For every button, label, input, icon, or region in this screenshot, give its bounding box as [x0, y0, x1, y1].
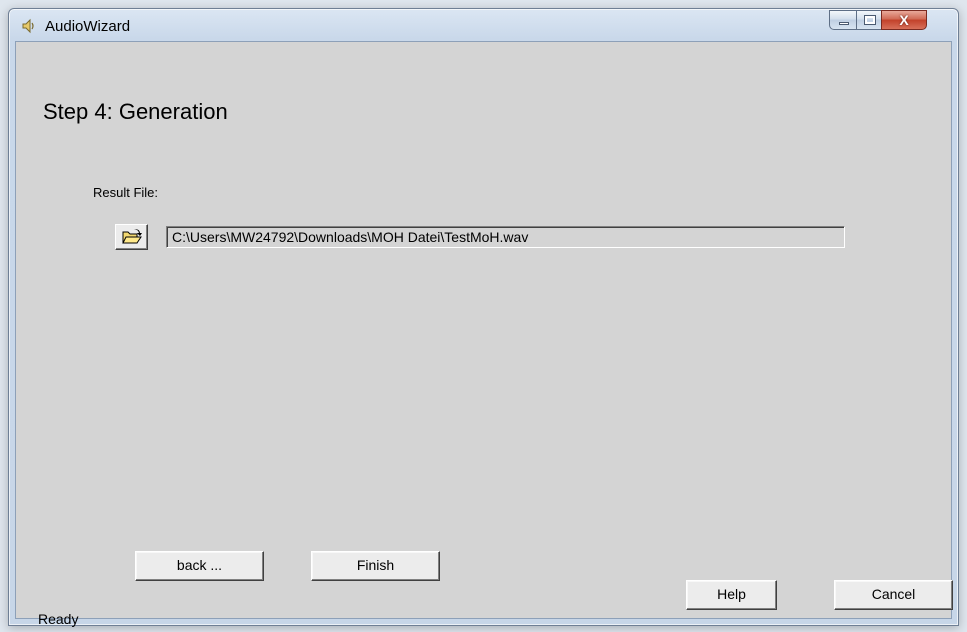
result-file-label: Result File: — [93, 185, 159, 200]
finish-button[interactable]: Finish — [311, 551, 440, 581]
back-button[interactable]: back ... — [135, 551, 264, 581]
close-button[interactable]: X — [881, 10, 927, 30]
title-bar[interactable]: AudioWizard X — [9, 9, 958, 41]
speaker-icon — [22, 18, 34, 34]
open-folder-icon — [122, 229, 142, 244]
status-text: Ready — [38, 611, 79, 627]
browse-folder-button[interactable] — [115, 224, 148, 250]
step-title: Step 4: Generation — [43, 99, 228, 124]
help-button[interactable]: Help — [686, 580, 777, 610]
maximize-button[interactable] — [856, 10, 882, 30]
minimize-button[interactable] — [829, 10, 857, 30]
cancel-button[interactable]: Cancel — [834, 580, 953, 610]
audiowizard-window: AudioWizard X Step 4: Generation Result … — [8, 8, 959, 627]
result-file-path-field[interactable]: C:\Users\MW24792\Downloads\MOH Datei\Tes… — [166, 226, 845, 248]
window-title: AudioWizard — [45, 18, 131, 35]
wizard-dialog: Step 4: Generation Result File: C:\Users… — [15, 41, 953, 627]
minimize-icon — [839, 22, 849, 25]
maximize-icon — [864, 15, 876, 25]
close-icon: X — [899, 12, 909, 28]
